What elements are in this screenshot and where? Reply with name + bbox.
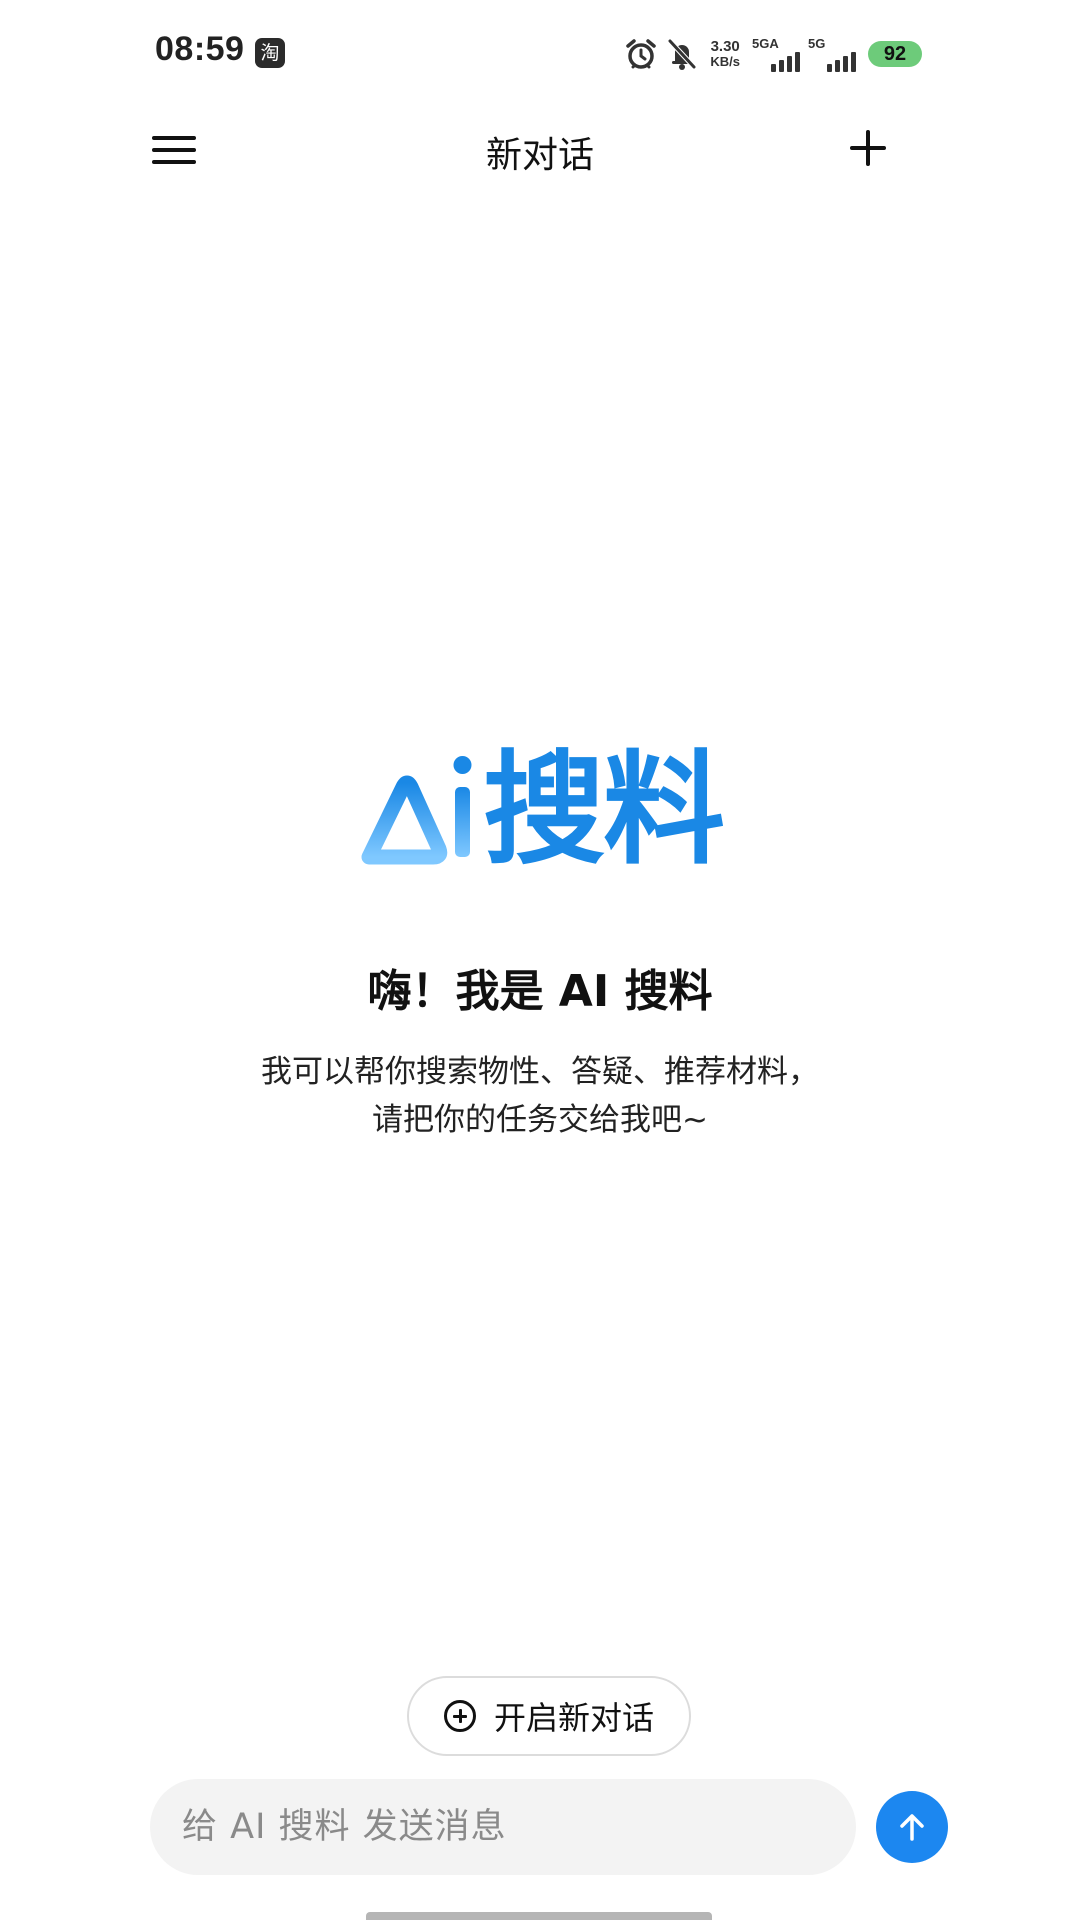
app-header: 新对话 xyxy=(0,108,1080,192)
status-icons: 3.30 KB/s 5GA 5G 92 xyxy=(624,34,922,74)
subtitle-line-1: 我可以帮你搜索物性、答疑、推荐材料， xyxy=(261,1054,819,1090)
taobao-notification-icon: 淘 xyxy=(255,38,285,68)
network-speed-unit: KB/s xyxy=(710,54,740,69)
subtitle-line-2: 请把你的任务交给我吧~ xyxy=(372,1102,708,1138)
welcome-subtitle: 我可以帮你搜索物性、答疑、推荐材料， 请把你的任务交给我吧~ xyxy=(0,1048,1080,1144)
battery-icon: 92 xyxy=(868,41,922,67)
signal-icon-sim2: 5G xyxy=(808,36,856,72)
plus-icon[interactable] xyxy=(848,128,888,168)
logo-ai-mark-icon xyxy=(361,756,472,865)
network-speed: 3.30 KB/s xyxy=(710,39,740,69)
signal-icon-sim1: 5GA xyxy=(752,36,800,72)
message-composer xyxy=(150,1779,856,1875)
new-chat-button[interactable]: 开启新对话 xyxy=(407,1676,691,1756)
send-button[interactable] xyxy=(876,1791,948,1863)
status-bar: 08:59 淘 3.30 KB/s 5GA 5G 92 xyxy=(0,0,1080,108)
mute-bell-icon xyxy=(667,38,697,70)
ai-soliao-logo: 搜料 xyxy=(355,745,725,875)
greeting-heading: 嗨！我是 AI 搜料 xyxy=(367,966,713,1017)
sim2-network-label: 5G xyxy=(808,36,826,51)
circle-plus-icon xyxy=(443,1700,476,1732)
network-speed-value: 3.30 xyxy=(710,38,740,55)
arrow-up-icon xyxy=(900,1814,924,1841)
page-title: 新对话 xyxy=(485,135,594,176)
logo-text: 搜料 xyxy=(483,739,725,881)
new-chat-label: 开启新对话 xyxy=(493,1699,654,1737)
home-indicator[interactable] xyxy=(366,1912,712,1920)
sim1-network-label: 5GA xyxy=(752,36,779,51)
message-input[interactable] xyxy=(180,1806,826,1848)
alarm-icon xyxy=(626,39,657,69)
status-time: 08:59 xyxy=(155,30,245,68)
